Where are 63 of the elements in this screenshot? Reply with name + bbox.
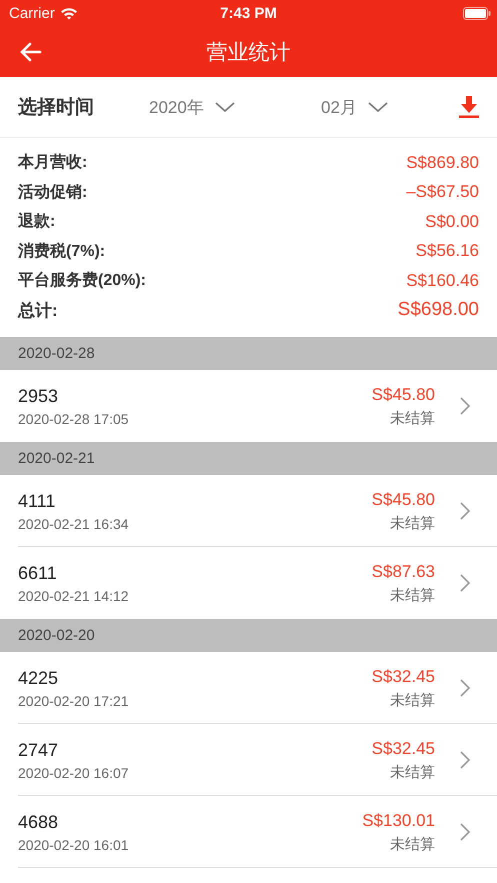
summary-amount: S$56.16 — [416, 241, 479, 262]
order-number: 6611 — [18, 562, 58, 584]
download-icon[interactable] — [459, 96, 479, 118]
select-time-label: 选择时间 — [18, 96, 95, 120]
summary-label: 总计: — [18, 300, 58, 322]
chevron-icon — [459, 573, 471, 593]
back-button[interactable] — [18, 40, 44, 64]
summary-amount: S$0.00 — [425, 212, 479, 232]
page-title: 营业统计 — [206, 40, 290, 66]
order-status: 未结算 — [390, 690, 435, 710]
order-row[interactable]: 6611 2020-02-21 14:12 S$87.63 未结算 — [0, 547, 497, 619]
summary-label: 活动促销: — [18, 182, 88, 203]
order-status: 未结算 — [390, 762, 435, 782]
order-amount: S$32.45 — [372, 738, 435, 758]
order-amount: S$87.63 — [372, 562, 435, 582]
order-amount: S$130.01 — [362, 810, 435, 830]
wifi-icon — [60, 6, 78, 20]
carrier-label: Carrier — [9, 4, 55, 22]
chevron-icon — [459, 678, 471, 698]
caret-icon — [214, 101, 236, 113]
summary-amount: –S$67.50 — [406, 182, 479, 202]
summary-label: 消费税(7%): — [18, 241, 106, 262]
battery-icon — [463, 6, 491, 20]
order-number: 4688 — [18, 812, 60, 832]
order-amount: S$45.80 — [372, 384, 435, 404]
date-header: 2020-02-28 — [0, 337, 497, 370]
order-status: 未结算 — [390, 586, 435, 604]
date-header: 2020-02-21 — [0, 442, 497, 475]
order-row[interactable]: 4111 2020-02-21 16:34 S$45.80 未结算 — [0, 475, 497, 547]
order-row[interactable]: 2747 2020-02-20 16:07 S$32.45 未结算 — [0, 724, 497, 796]
order-number: 2747 — [18, 740, 60, 760]
order-status: 未结算 — [390, 514, 435, 532]
chevron-icon — [459, 822, 471, 842]
summary-label: 本月营收: — [18, 152, 88, 174]
order-time: 2020-02-20 16:07 — [18, 764, 130, 780]
order-number: 4111 — [18, 490, 56, 512]
order-time: 2020-02-20 16:01 — [18, 836, 130, 852]
caret-icon — [366, 101, 389, 113]
order-status: 未结算 — [390, 834, 435, 854]
order-time: 2020-02-21 16:34 — [18, 516, 130, 532]
summary-label: 平台服务费(20%): — [18, 270, 146, 292]
order-number: 2953 — [18, 386, 60, 406]
order-status: 未结算 — [390, 408, 435, 428]
chevron-icon — [459, 501, 471, 521]
order-time: 2020-02-20 17:21 — [18, 692, 130, 708]
month-dropdown[interactable]: 02月 — [321, 96, 389, 118]
order-row[interactable]: 4225 2020-02-20 17:21 S$32.45 未结算 — [0, 652, 497, 724]
date-header: 2020-02-20 — [0, 619, 497, 652]
summary-amount: S$869.80 — [406, 152, 479, 173]
chevron-icon — [459, 396, 471, 416]
order-time: 2020-02-28 17:05 — [18, 410, 130, 426]
order-amount: S$32.45 — [372, 666, 435, 686]
summary-amount: S$160.46 — [406, 270, 479, 291]
order-time: 2020-02-21 14:12 — [18, 588, 130, 604]
order-row[interactable]: 4688 2020-02-20 16:01 S$130.01 未结算 — [0, 796, 497, 868]
order-row[interactable]: 2953 2020-02-28 17:05 S$45.80 未结算 — [0, 370, 497, 442]
order-amount: S$45.80 — [372, 490, 435, 510]
status-time: 7:43 PM — [220, 4, 277, 22]
summary-label: 退款: — [18, 211, 56, 232]
year-dropdown[interactable]: 2020年 — [149, 96, 321, 118]
summary-amount: S$698.00 — [398, 299, 479, 322]
order-number: 4225 — [18, 668, 60, 688]
chevron-icon — [459, 750, 471, 770]
